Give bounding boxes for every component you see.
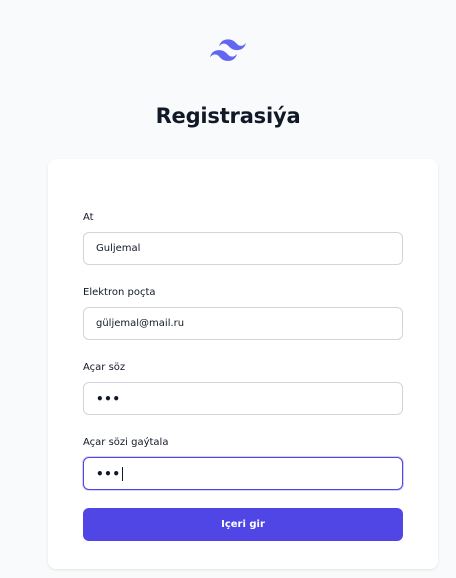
name-label: At <box>83 212 94 223</box>
email-label: Elektron poçta <box>83 287 156 298</box>
confirm-password-label: Açar sözi gaýtala <box>83 437 169 448</box>
password-input[interactable]: ••• <box>83 382 403 415</box>
text-caret <box>121 466 123 481</box>
password-field-group: Açar söz ••• <box>83 362 403 415</box>
confirm-password-input[interactable]: ••• <box>83 457 403 490</box>
wave-logo-icon <box>210 39 246 61</box>
confirm-password-input-value: ••• <box>96 466 121 481</box>
name-field-group: At Guljemal <box>83 212 403 265</box>
name-input-value: Guljemal <box>96 243 141 254</box>
email-field-group: Elektron poçta güljemal@mail.ru <box>83 287 403 340</box>
password-input-value: ••• <box>96 391 121 406</box>
registration-card: At Guljemal Elektron poçta güljemal@mail… <box>48 159 438 569</box>
name-input[interactable]: Guljemal <box>83 232 403 265</box>
confirm-password-field-group: Açar sözi gaýtala ••• <box>83 437 403 490</box>
email-input[interactable]: güljemal@mail.ru <box>83 307 403 340</box>
logo <box>0 38 456 62</box>
password-label: Açar söz <box>83 362 126 373</box>
submit-button[interactable]: Içeri gir <box>83 508 403 541</box>
registration-page: Registrasiýa At Guljemal Elektron poçta … <box>0 0 456 578</box>
page-title: Registrasiýa <box>155 104 301 128</box>
email-input-value: güljemal@mail.ru <box>96 318 185 329</box>
